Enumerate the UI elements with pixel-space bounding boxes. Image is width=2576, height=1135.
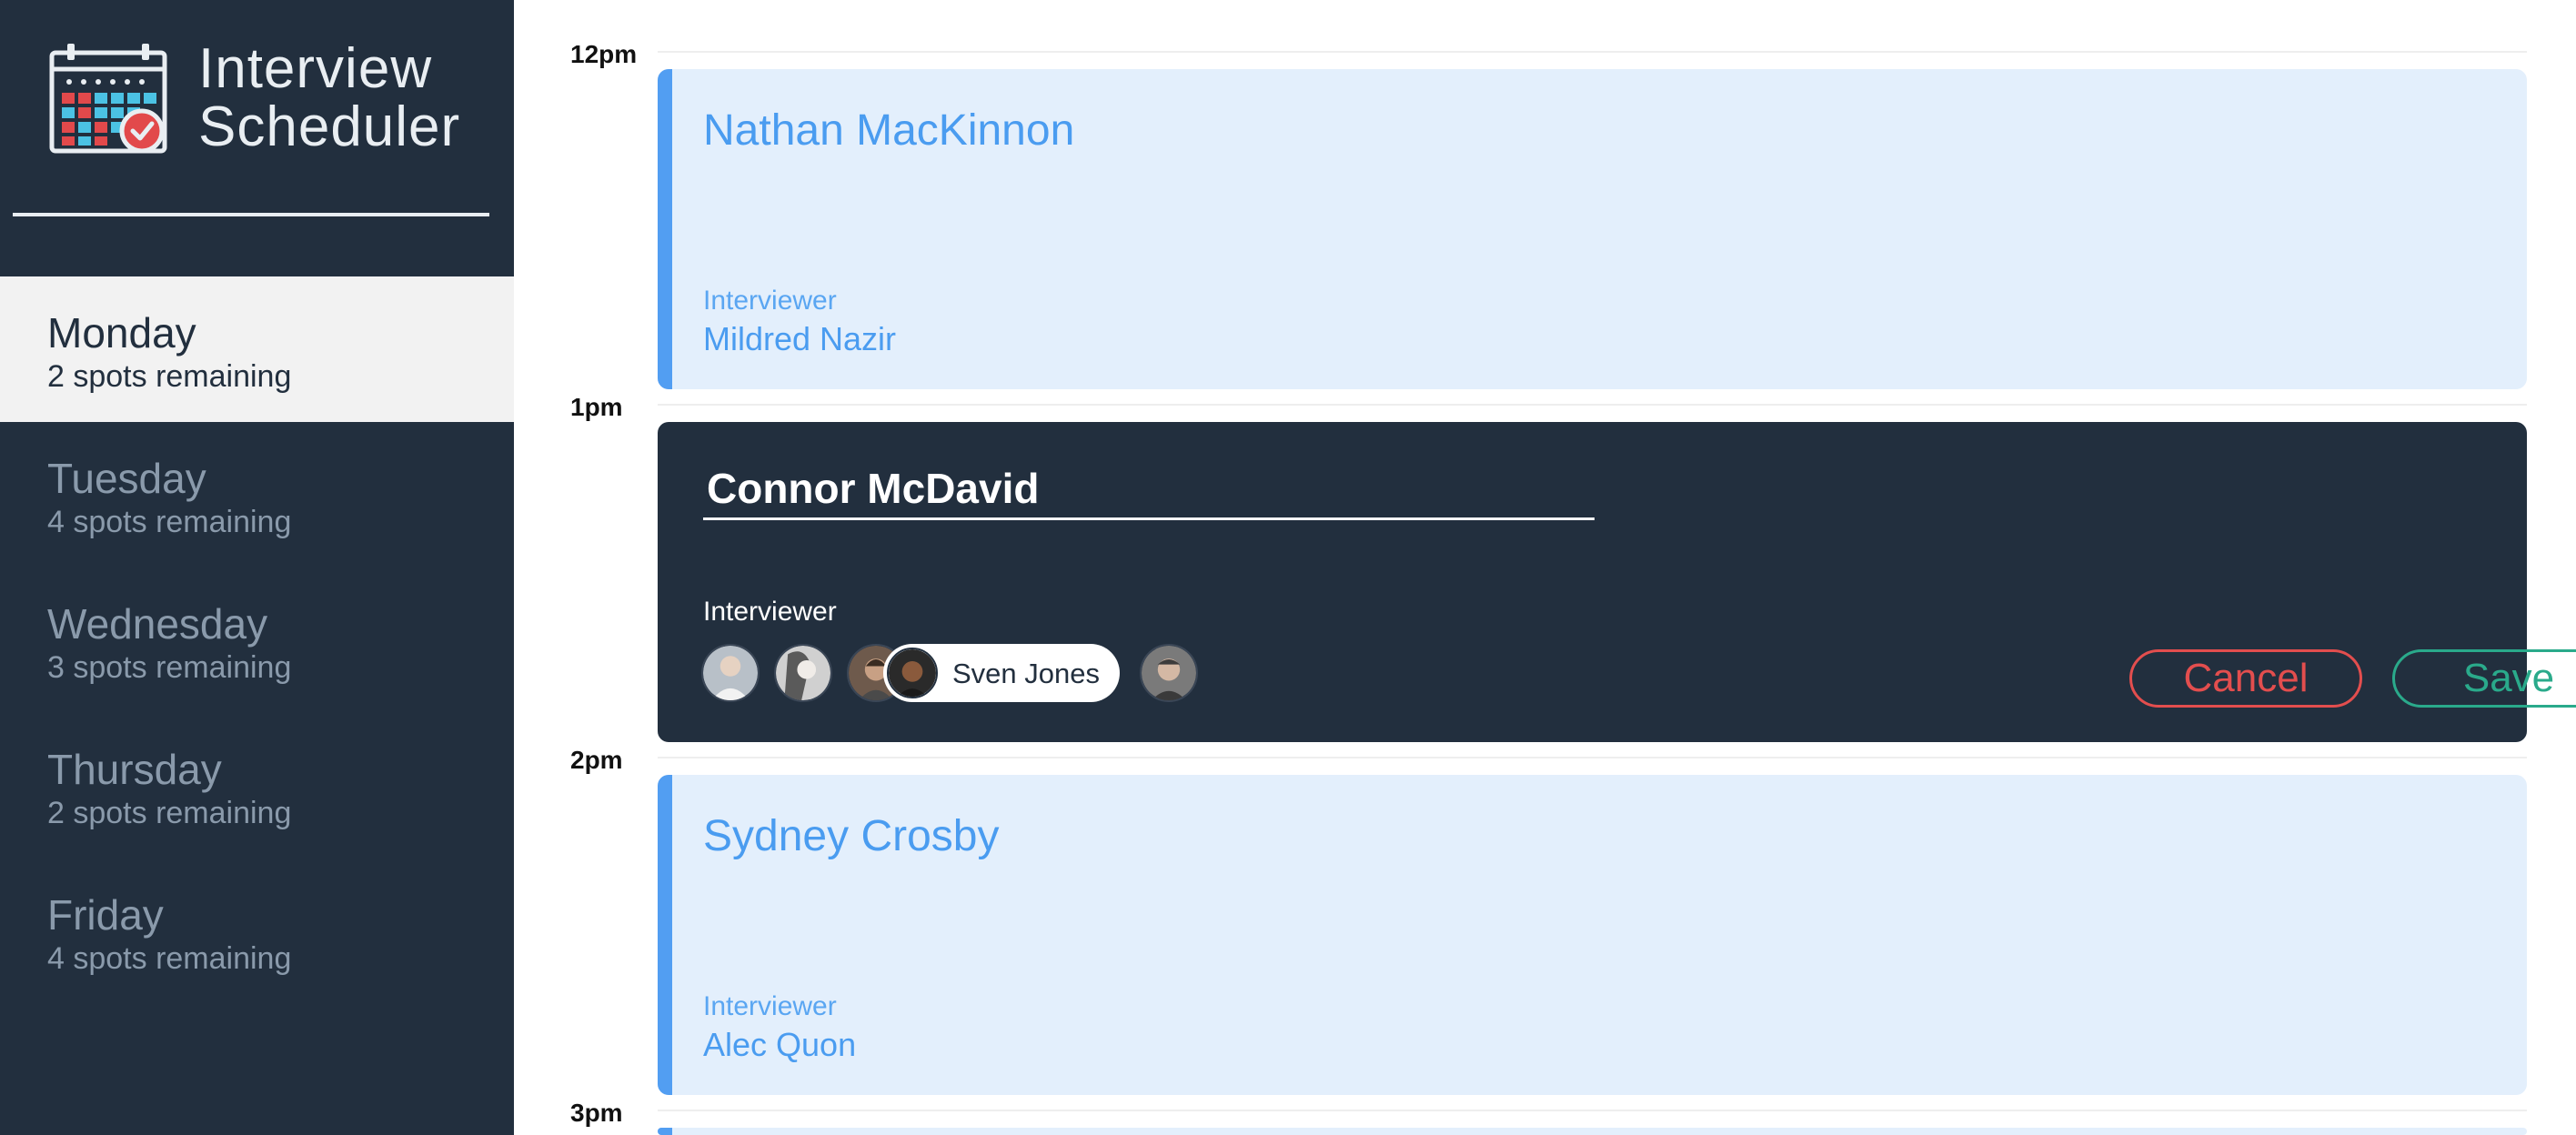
day-item-wednesday[interactable]: Wednesday 3 spots remaining bbox=[0, 568, 514, 713]
cancel-button[interactable]: Cancel bbox=[2129, 649, 2362, 708]
app-title: Interview Scheduler bbox=[198, 40, 460, 156]
day-spots: 2 spots remaining bbox=[47, 359, 292, 394]
day-name: Wednesday bbox=[47, 600, 268, 648]
day-item-thursday[interactable]: Thursday 2 spots remaining bbox=[0, 713, 514, 859]
hour-divider bbox=[658, 1110, 2527, 1111]
appointment-interviewer-name: Mildred Nazir bbox=[703, 320, 897, 357]
day-spots: 2 spots remaining bbox=[47, 796, 292, 830]
app-title-line-1: Interview bbox=[198, 37, 433, 100]
day-item-friday[interactable]: Friday 4 spots remaining bbox=[0, 859, 514, 1004]
appointment-card[interactable]: Nathan MacKinnon Interviewer Mildred Naz… bbox=[658, 69, 2527, 389]
interviewer-avatar[interactable] bbox=[701, 644, 760, 702]
app-title-line-2: Scheduler bbox=[198, 95, 461, 158]
time-label-12pm: 12pm bbox=[570, 40, 638, 68]
appointment-edit-form: Interviewer Sven Jones bbox=[658, 422, 2576, 742]
time-label-2pm: 2pm bbox=[570, 746, 623, 774]
appointment-accent-bar bbox=[658, 775, 672, 1095]
selected-interviewer-name: Sven Jones bbox=[952, 658, 1100, 689]
save-button[interactable]: Save bbox=[2392, 649, 2576, 708]
day-spots: 4 spots remaining bbox=[47, 941, 292, 976]
schedule: 12pm Nathan MacKinnon Interviewer Mildre… bbox=[514, 0, 2576, 1135]
day-name: Tuesday bbox=[47, 455, 206, 502]
day-list: Monday 2 spots remaining Tuesday 4 spots… bbox=[0, 276, 514, 1004]
day-name: Thursday bbox=[47, 746, 222, 793]
appointment-interviewer-label: Interviewer bbox=[703, 286, 837, 316]
interviewer-avatar bbox=[887, 648, 938, 698]
appointment-student-name: Sydney Crosby bbox=[703, 812, 1000, 860]
appointment-card[interactable]: Sydney Crosby Interviewer Alec Quon bbox=[658, 775, 2527, 1095]
hour-divider bbox=[658, 404, 2527, 406]
interviewer-list-label: Interviewer bbox=[703, 597, 837, 627]
hour-divider bbox=[658, 51, 2527, 53]
day-name: Friday bbox=[47, 891, 164, 939]
sidebar: Interview Scheduler Monday 2 spots remai… bbox=[0, 0, 514, 1135]
appointment-interviewer-label: Interviewer bbox=[703, 991, 837, 1021]
time-label-1pm: 1pm bbox=[570, 393, 623, 421]
day-spots: 3 spots remaining bbox=[47, 650, 292, 685]
interviewer-avatar[interactable] bbox=[1140, 644, 1198, 702]
calendar-check-icon bbox=[49, 44, 167, 154]
appointment-accent-bar bbox=[658, 1128, 672, 1135]
day-spots: 4 spots remaining bbox=[47, 505, 292, 539]
hour-divider bbox=[658, 757, 2527, 758]
interviewer-avatar[interactable] bbox=[774, 644, 832, 702]
appointment-accent-bar bbox=[658, 69, 672, 389]
day-item-tuesday[interactable]: Tuesday 4 spots remaining bbox=[0, 422, 514, 568]
day-item-monday[interactable]: Monday 2 spots remaining bbox=[0, 276, 514, 422]
student-name-input[interactable] bbox=[703, 458, 1595, 520]
appointment-student-name: Nathan MacKinnon bbox=[703, 106, 1075, 155]
brand-divider bbox=[13, 213, 489, 216]
selected-interviewer[interactable]: Sven Jones bbox=[883, 644, 1120, 702]
appointment-card[interactable] bbox=[658, 1128, 2527, 1135]
day-name: Monday bbox=[47, 309, 196, 357]
time-label-3pm: 3pm bbox=[570, 1099, 623, 1127]
brand: Interview Scheduler bbox=[0, 0, 514, 218]
appointment-interviewer-name: Alec Quon bbox=[703, 1026, 857, 1063]
